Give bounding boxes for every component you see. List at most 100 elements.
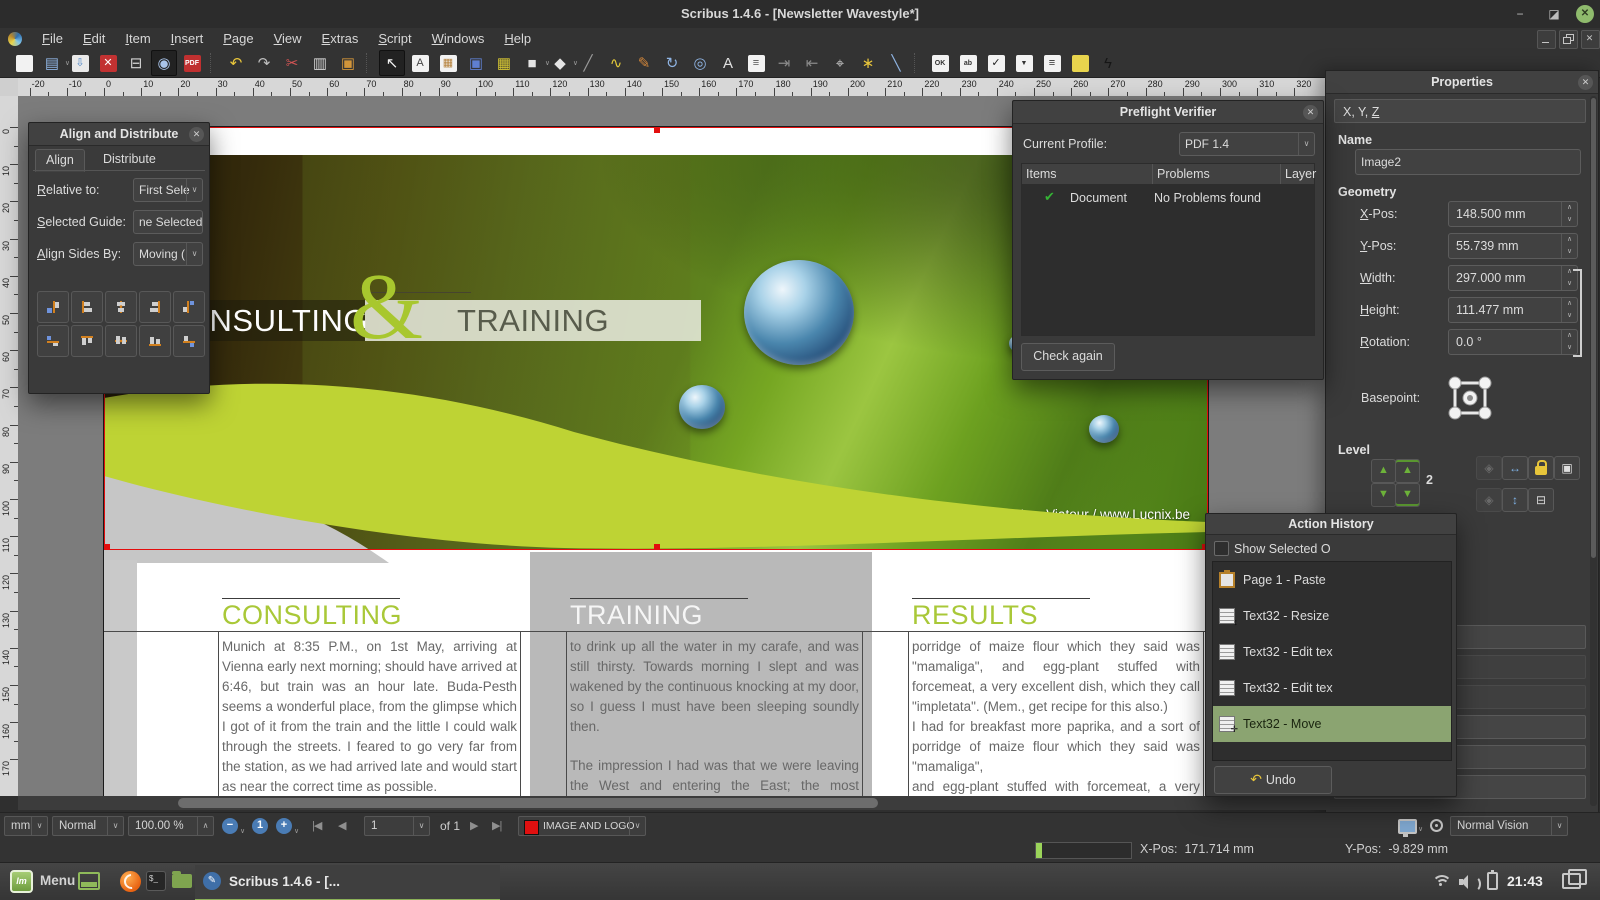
preflight-item[interactable]: Document bbox=[1070, 191, 1127, 205]
files-icon[interactable] bbox=[172, 874, 192, 888]
ungroup-button[interactable]: ◈ bbox=[1476, 488, 1502, 512]
undo-button[interactable]: ↶ Undo bbox=[1214, 766, 1332, 794]
column-text-frame[interactable]: Munich at 8:35 P.M., on 1st May, arrivin… bbox=[218, 631, 521, 796]
canvas-horizontal-scrollbar[interactable] bbox=[18, 796, 1330, 810]
window-title-bar[interactable]: Scribus 1.4.6 - [Newsletter Wavestyle*] … bbox=[0, 0, 1600, 29]
align-center-h-button[interactable] bbox=[105, 291, 137, 323]
insert-line-button[interactable]: ╱ bbox=[575, 50, 601, 76]
layer-select[interactable]: IMAGE AND LOGO∨ bbox=[518, 816, 646, 836]
align-dialog-title-bar[interactable]: Align and Distribute bbox=[29, 123, 209, 146]
select-item-button[interactable]: ↖ bbox=[379, 50, 405, 76]
properties-close-icon[interactable]: ✕ bbox=[1578, 75, 1593, 90]
last-page-button[interactable]: ▶| bbox=[492, 819, 501, 832]
align-row-dropdown[interactable]: Moving (∨ bbox=[133, 242, 203, 266]
previous-page-button[interactable]: ◀ bbox=[338, 819, 345, 832]
align-left-button[interactable] bbox=[71, 291, 103, 323]
rotation-spinner[interactable]: 0.0 °∧∨ bbox=[1448, 329, 1578, 355]
vertical-ruler[interactable]: 0102030405060708090100110120130140150160… bbox=[0, 96, 19, 796]
vision-select[interactable]: Normal Vision∨ bbox=[1450, 816, 1568, 836]
action-history-item[interactable]: Text32 - Resize bbox=[1213, 598, 1451, 634]
volume-icon[interactable] bbox=[1459, 875, 1477, 889]
column-text-frame[interactable]: to drink up all the water in my carafe, … bbox=[566, 631, 863, 796]
rotate-item-button[interactable]: ↻ bbox=[659, 50, 685, 76]
align-left-out-button[interactable] bbox=[37, 291, 69, 323]
insert-freehand-line-button[interactable]: ✎ bbox=[631, 50, 657, 76]
menu-script[interactable]: Script bbox=[368, 28, 421, 49]
insert-polygon-button[interactable]: ◆∨ bbox=[547, 50, 573, 76]
menu-edit[interactable]: Edit bbox=[73, 28, 115, 49]
pdf-combo-box-button[interactable]: ▼ bbox=[1011, 50, 1037, 76]
edit-contents-button[interactable]: A bbox=[715, 50, 741, 76]
redo-button[interactable]: ↷ bbox=[251, 50, 277, 76]
level-lower-button[interactable]: ▼ bbox=[1371, 483, 1396, 507]
terminal-icon[interactable]: $_ bbox=[146, 871, 166, 891]
insert-image-frame-button[interactable]: ▦ bbox=[435, 50, 461, 76]
align-bottom-out-button[interactable] bbox=[173, 325, 205, 357]
lock-size-button[interactable]: ▣ bbox=[1554, 456, 1580, 480]
flip-vertical-button[interactable]: ↕ bbox=[1502, 488, 1528, 512]
width-height-link-icon[interactable] bbox=[1573, 269, 1582, 357]
show-selected-checkbox[interactable] bbox=[1214, 541, 1229, 556]
wifi-icon[interactable] bbox=[1433, 875, 1451, 889]
tab-distribute[interactable]: Distribute bbox=[93, 149, 166, 170]
link-frames-button[interactable]: ⇥ bbox=[771, 50, 797, 76]
align-dialog-close-icon[interactable]: ✕ bbox=[189, 127, 204, 142]
height-spinner[interactable]: 111.477 mm∧∨ bbox=[1448, 297, 1578, 323]
first-page-button[interactable]: |◀ bbox=[312, 819, 321, 832]
copy-button[interactable]: ▥ bbox=[307, 50, 333, 76]
name-field[interactable]: Image2 bbox=[1355, 149, 1581, 175]
action-history-title-bar[interactable]: Action History bbox=[1206, 514, 1456, 535]
menu-help[interactable]: Help bbox=[494, 28, 541, 49]
pdf-text-field-button[interactable]: ab bbox=[955, 50, 981, 76]
insert-shape-button[interactable]: ■∨ bbox=[519, 50, 545, 76]
menu-extras[interactable]: Extras bbox=[312, 28, 369, 49]
x-pos-spinner[interactable]: 148.500 mm∧∨ bbox=[1448, 201, 1578, 227]
pdf-push-button-button[interactable]: OK bbox=[927, 50, 953, 76]
insert-table-button[interactable]: ▦ bbox=[491, 50, 517, 76]
mint-menu-icon[interactable]: lm bbox=[10, 870, 33, 893]
undo-button[interactable]: ↶ bbox=[223, 50, 249, 76]
align-bottom-button[interactable] bbox=[139, 325, 171, 357]
story-editor-button[interactable]: ≡ bbox=[743, 50, 769, 76]
menu-file[interactable]: File bbox=[32, 28, 73, 49]
flip-horizontal-button[interactable]: ↔ bbox=[1502, 456, 1528, 480]
basepoint-selector[interactable] bbox=[1445, 373, 1495, 423]
display-settings-icon[interactable] bbox=[1398, 819, 1417, 834]
column-text-frame[interactable]: porridge of maize flour which they said … bbox=[908, 631, 1204, 796]
pdf-link-annotation-button[interactable]: ϟ bbox=[1095, 50, 1121, 76]
zoom-level-spinner[interactable]: 100.00 %∧ bbox=[128, 816, 214, 836]
level-to-bottom-button[interactable]: ▼ bbox=[1395, 483, 1420, 507]
window-maximize-icon[interactable]: ◪ bbox=[1544, 4, 1564, 24]
align-right-out-button[interactable] bbox=[173, 291, 205, 323]
eye-dropper-button[interactable]: ╲ bbox=[883, 50, 909, 76]
measurements-button[interactable]: ⌖ bbox=[827, 50, 853, 76]
preview-eye-icon[interactable] bbox=[1430, 819, 1443, 832]
pdf-list-box-button[interactable]: ≡ bbox=[1039, 50, 1065, 76]
menu-windows[interactable]: Windows bbox=[422, 28, 495, 49]
properties-scrollbar[interactable] bbox=[1590, 96, 1597, 806]
menu-button[interactable]: Menu bbox=[40, 873, 75, 888]
align-right-button[interactable] bbox=[139, 291, 171, 323]
action-history-item[interactable]: Page 1 - Paste bbox=[1213, 562, 1451, 598]
align-row-dropdown[interactable]: First Sele∨ bbox=[133, 178, 203, 202]
zoom-out-button[interactable]: − bbox=[222, 818, 238, 834]
paste-button[interactable]: ▣ bbox=[335, 50, 361, 76]
mdi-minimize-button[interactable] bbox=[1537, 30, 1556, 49]
group-button[interactable]: ◈ bbox=[1476, 456, 1502, 480]
properties-title-bar[interactable]: Properties bbox=[1326, 71, 1598, 94]
horizontal-ruler[interactable]: -20-100102030405060708090100110120130140… bbox=[18, 78, 1330, 97]
new-document-button[interactable] bbox=[11, 50, 37, 76]
action-history-item[interactable]: Text32 - Move bbox=[1213, 706, 1451, 742]
selection-handle[interactable] bbox=[654, 127, 660, 133]
action-history-list[interactable]: Page 1 - PasteText32 - ResizeText32 - Ed… bbox=[1212, 561, 1452, 761]
zoom-tool-button[interactable]: ◎ bbox=[687, 50, 713, 76]
section-xyz[interactable]: X, Y, Z bbox=[1334, 99, 1586, 123]
window-close-icon[interactable]: ✕ bbox=[1576, 5, 1594, 23]
zoom-100-button[interactable]: 1 bbox=[252, 818, 268, 834]
menu-page[interactable]: Page bbox=[213, 28, 263, 49]
preflight-column-layer[interactable]: Layer bbox=[1280, 164, 1316, 184]
save-document-button[interactable]: ⇩ bbox=[67, 50, 93, 76]
zoom-in-button[interactable]: + bbox=[276, 818, 292, 834]
properties-scrollbar-handle[interactable] bbox=[1591, 98, 1596, 558]
preflight-results-list[interactable]: ✔ Document No Problems found bbox=[1021, 184, 1315, 336]
